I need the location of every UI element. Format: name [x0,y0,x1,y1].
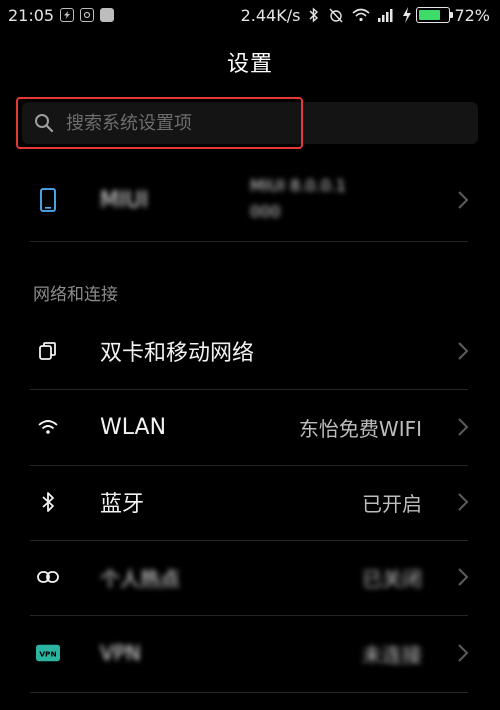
battery-percent: 72% [454,5,490,25]
divider [30,540,468,541]
wifi-icon [36,415,60,439]
notification-square-icon [80,8,95,22]
divider [30,465,468,466]
status-bar: 21:05 2.44K/s 72% [0,0,500,30]
account-name: MIUI [100,187,149,213]
status-left: 21:05 [0,5,115,25]
chevron-right-icon [458,342,469,360]
divider [30,692,468,693]
alarm-off-icon [329,8,343,23]
divider [30,241,468,242]
page-title: 设置 [226,52,273,77]
status-right: 2.44K/s 72% [241,6,500,25]
section-header-network: 网络和连接 [33,285,118,305]
settings-item-bluetooth[interactable]: 蓝牙 已开启 [0,473,500,531]
settings-item-label: VPN [100,641,141,665]
phone-icon [36,188,60,212]
chevron-right-icon [458,418,469,436]
chevron-right-icon [458,191,469,209]
settings-item-value: 已开启 [362,491,422,516]
bluetooth-icon [36,490,60,514]
settings-item-value: 已关闭 [362,566,422,591]
image-square-icon [100,8,115,22]
battery-icon [416,7,454,23]
settings-item-label: 蓝牙 [100,492,145,517]
svg-text:VPN: VPN [39,650,56,659]
settings-item-dual-sim[interactable]: 双卡和移动网络 [0,322,500,380]
account-detail-line1: MIUI 8.0.0.1 [250,176,347,195]
lightning-square-icon [60,8,75,22]
settings-item-label: WLAN [100,414,167,440]
divider [30,389,468,390]
account-row[interactable]: MIUI MIUI 8.0.0.1 000 [0,170,500,230]
battery-indicator: 72% [402,6,490,25]
chevron-right-icon [458,644,469,662]
status-speed: 2.44K/s [240,5,301,25]
settings-item-value: 未连接 [362,642,422,667]
wifi-icon [352,8,370,22]
settings-item-label: 个人热点 [100,566,180,591]
vpn-icon: VPN [36,641,60,665]
signal-icon [378,9,393,22]
dual-sim-icon [36,339,60,363]
bluetooth-icon [309,7,319,23]
divider [30,615,468,616]
account-detail-line2: 000 [250,202,281,221]
search-highlight-box [16,97,303,149]
settings-item-label: 双卡和移动网络 [100,341,255,366]
settings-item-vpn[interactable]: VPN VPN 未连接 [0,624,500,682]
settings-item-hotspot[interactable]: 个人热点 已关闭 [0,548,500,606]
settings-item-wlan[interactable]: WLAN 东怡免费WIFI [0,398,500,456]
chevron-right-icon [458,568,469,586]
status-time: 21:05 [8,5,55,25]
charging-icon [403,7,412,23]
settings-item-value: 东怡免费WIFI [298,416,422,441]
chevron-right-icon [458,493,469,511]
link-icon [36,565,60,589]
